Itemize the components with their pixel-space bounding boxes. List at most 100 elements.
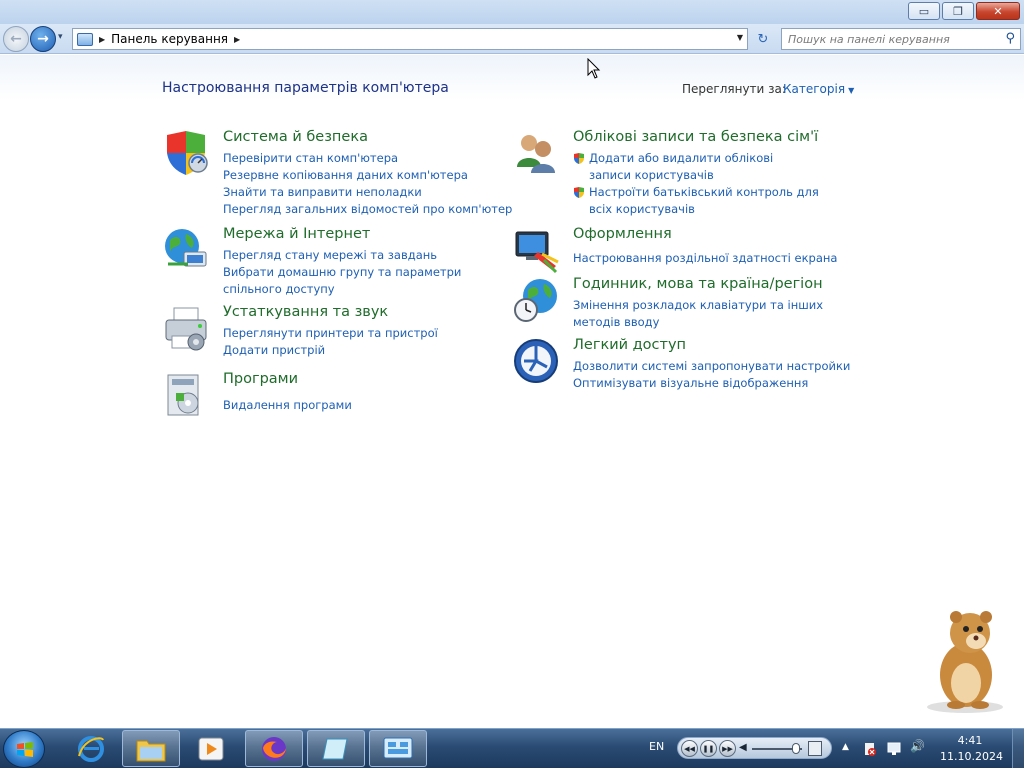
shield-security-icon[interactable]	[162, 129, 210, 177]
link-add-device[interactable]: Додати пристрій	[223, 342, 438, 359]
link-label[interactable]: Настроїти батьківський контроль для всіх…	[589, 184, 829, 218]
previous-track-button[interactable]: ◀◀	[681, 740, 698, 757]
category-links: Видалення програми	[223, 397, 352, 414]
view-by-value[interactable]: Категорія	[783, 82, 845, 96]
taskbar-control-panel[interactable]	[369, 730, 427, 767]
category-links: Перегляд стану мережі та завдань Вибрати…	[223, 247, 503, 298]
category-title[interactable]: Оформлення	[573, 226, 672, 242]
search-icon[interactable]: ⚲	[1005, 31, 1015, 46]
network-globe-icon[interactable]	[162, 226, 210, 274]
link-parental-controls[interactable]: Настроїти батьківський контроль для всіх…	[573, 184, 829, 218]
chevron-down-icon[interactable]: ▼	[848, 86, 854, 95]
link-optimize-display[interactable]: Оптимізувати візуальне відображення	[573, 375, 850, 392]
start-button[interactable]	[3, 730, 45, 768]
taskbar-notepad[interactable]	[307, 730, 365, 767]
link-check-status[interactable]: Перевірити стан комп'ютера	[223, 150, 512, 167]
uac-shield-icon	[574, 153, 584, 164]
breadcrumb-control-panel[interactable]: Панель керування	[111, 32, 228, 46]
view-by-dropdown[interactable]: Категорія ▼	[783, 82, 854, 96]
address-bar[interactable]: ▶ Панель керування ▶ ▼	[72, 28, 748, 50]
refresh-button[interactable]: ↻	[752, 28, 774, 50]
system-clock[interactable]: 4:41 11.10.2024	[940, 733, 1003, 765]
category-network-internet: Мережа й Інтернет Перегляд стану мережі …	[162, 226, 502, 296]
restore-button[interactable]: ❐	[942, 2, 974, 20]
address-dropdown-icon[interactable]: ▼	[737, 33, 743, 42]
show-hidden-icons-button[interactable]: ▲	[842, 742, 849, 752]
breadcrumb-expand-icon[interactable]: ▶	[234, 35, 240, 44]
taskbar-internet-explorer[interactable]	[62, 730, 120, 767]
pause-button[interactable]: ❚❚	[700, 740, 717, 757]
taskbar: EN ◀◀ ❚❚ ▶▶ ◀ ▲ 🔊 4:41 11.10.2024	[0, 728, 1024, 768]
link-keyboard-layouts[interactable]: Змінення розкладок клавіатури та інших м…	[573, 297, 853, 331]
forward-button[interactable]: →	[30, 26, 56, 52]
recent-pages-dropdown[interactable]: ▾	[58, 32, 63, 42]
language-indicator[interactable]: EN	[649, 740, 664, 753]
category-links: Переглянути принтери та пристрої Додати …	[223, 325, 438, 359]
page-title: Настроювання параметрів комп'ютера	[162, 80, 449, 96]
link-homegroup-sharing[interactable]: Вибрати домашню групу та параметри спіль…	[223, 264, 503, 298]
restore-player-button[interactable]	[808, 741, 822, 756]
category-links: Змінення розкладок клавіатури та інших м…	[573, 297, 853, 331]
back-button[interactable]: ←	[3, 26, 29, 52]
search-box[interactable]: ⚲	[781, 28, 1021, 50]
link-screen-resolution[interactable]: Настроювання роздільної здатності екрана	[573, 250, 837, 267]
folder-icon	[136, 740, 166, 761]
category-system-security: Система й безпека Перевірити стан комп'ю…	[162, 129, 512, 219]
next-track-button[interactable]: ▶▶	[719, 740, 736, 757]
link-add-remove-accounts[interactable]: Додати або видалити облікові записи кори…	[573, 150, 829, 184]
hamster-mascot-icon	[927, 611, 1003, 713]
link-devices-printers[interactable]: Переглянути принтери та пристрої	[223, 325, 438, 342]
control-panel-content: Настроювання параметрів комп'ютера Перег…	[0, 55, 1024, 728]
window-controls: ▭ ❐ ✕	[908, 2, 1020, 20]
ease-of-access-icon[interactable]	[512, 337, 560, 385]
link-backup[interactable]: Резервне копіювання даних комп'ютера	[223, 167, 512, 184]
windows-logo-icon	[17, 742, 33, 757]
link-system-info[interactable]: Перегляд загальних відомостей про комп'ю…	[223, 201, 512, 218]
clock-time: 4:41	[957, 734, 983, 747]
search-input[interactable]	[788, 32, 998, 46]
control-panel-icon	[77, 32, 93, 46]
users-icon[interactable]	[512, 129, 560, 177]
navigation-bar: ← → ▾ ▶ Панель керування ▶ ▼ ↻ ⚲	[0, 24, 1024, 54]
clock-globe-icon[interactable]	[512, 276, 560, 324]
appearance-icon[interactable]	[512, 226, 560, 274]
category-user-accounts: Облікові записи та безпека сім'ї Додати …	[512, 129, 852, 219]
link-troubleshoot[interactable]: Знайти та виправити неполадки	[223, 184, 512, 201]
action-center-icon[interactable]	[862, 741, 878, 757]
category-ease-of-access: Легкий доступ Дозволити системі запропон…	[512, 337, 852, 392]
control-panel-icon	[383, 737, 413, 758]
clock-date: 11.10.2024	[940, 750, 1003, 763]
category-appearance: Оформлення Настроювання роздільної здатн…	[512, 226, 852, 274]
speaker-icon[interactable]: 🔊	[910, 739, 925, 753]
link-label[interactable]: Додати або видалити облікові записи кори…	[589, 150, 809, 184]
category-title[interactable]: Годинник, мова та країна/регіон	[573, 276, 823, 292]
link-uninstall-program[interactable]: Видалення програми	[223, 397, 352, 414]
category-programs: Програми Видалення програми	[162, 371, 502, 426]
firefox-icon	[262, 736, 286, 761]
taskbar-explorer[interactable]	[122, 730, 180, 767]
taskbar-firefox[interactable]	[245, 730, 303, 767]
printer-icon[interactable]	[162, 304, 210, 352]
category-hardware-sound: Устаткування та звук Переглянути принтер…	[162, 304, 502, 359]
view-by-label: Переглянути за:	[682, 82, 786, 96]
category-title[interactable]: Облікові записи та безпека сім'ї	[573, 129, 818, 145]
category-title[interactable]: Устаткування та звук	[223, 304, 388, 320]
internet-explorer-icon	[78, 735, 104, 762]
close-button[interactable]: ✕	[976, 2, 1020, 20]
category-title[interactable]: Легкий доступ	[573, 337, 686, 353]
breadcrumb-separator-icon[interactable]: ▶	[99, 35, 105, 44]
category-title[interactable]: Система й безпека	[223, 129, 368, 145]
programs-icon[interactable]	[162, 371, 210, 419]
show-desktop-button[interactable]	[1012, 729, 1024, 768]
category-title[interactable]: Програми	[223, 371, 298, 387]
link-network-status[interactable]: Перегляд стану мережі та завдань	[223, 247, 503, 264]
media-player-icon	[198, 737, 224, 760]
network-tray-icon[interactable]	[886, 741, 902, 757]
taskbar-media-player[interactable]	[182, 730, 240, 767]
minimize-button[interactable]: ▭	[908, 2, 940, 20]
volume-slider-thumb[interactable]	[792, 743, 800, 754]
category-title[interactable]: Мережа й Інтернет	[223, 226, 370, 242]
uac-shield-icon	[574, 187, 584, 198]
link-recommend-settings[interactable]: Дозволити системі запропонувати настройк…	[573, 358, 850, 375]
category-links: Настроювання роздільної здатності екрана	[573, 250, 837, 267]
